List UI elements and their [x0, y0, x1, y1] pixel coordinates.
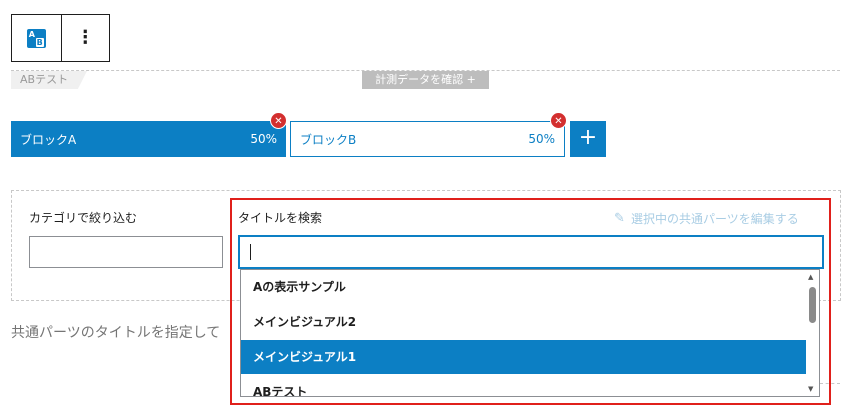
category-filter-label: カテゴリで絞り込む — [29, 211, 138, 225]
ab-test-icon: A B — [26, 28, 46, 48]
more-vertical-icon: ⋮ — [76, 27, 95, 48]
remove-block-b-button[interactable]: ✕ — [550, 112, 567, 129]
remove-block-a-button[interactable]: ✕ — [270, 112, 287, 129]
block-name: ブロックB — [300, 132, 357, 147]
block-tab-a[interactable]: ブロックA 50% — [11, 121, 286, 157]
block-tab-b[interactable]: ブロックB 50% — [290, 121, 565, 157]
add-block-button[interactable]: + — [570, 121, 606, 157]
block-percent: 50% — [250, 132, 277, 146]
ab-test-tag: ABテスト — [11, 71, 87, 89]
block-toolbar: A B ⋮ — [11, 14, 110, 62]
category-filter-input[interactable] — [29, 236, 223, 268]
view-analytics-button[interactable]: 計測データを確認 + — [362, 71, 489, 89]
highlight-frame — [230, 198, 831, 405]
help-text: 共通パーツのタイトルを指定して — [11, 325, 221, 341]
block-percent: 50% — [528, 132, 555, 146]
ab-test-block-button[interactable]: A B — [12, 15, 61, 61]
block-name: ブロックA — [20, 132, 77, 147]
more-options-button[interactable]: ⋮ — [60, 15, 110, 61]
